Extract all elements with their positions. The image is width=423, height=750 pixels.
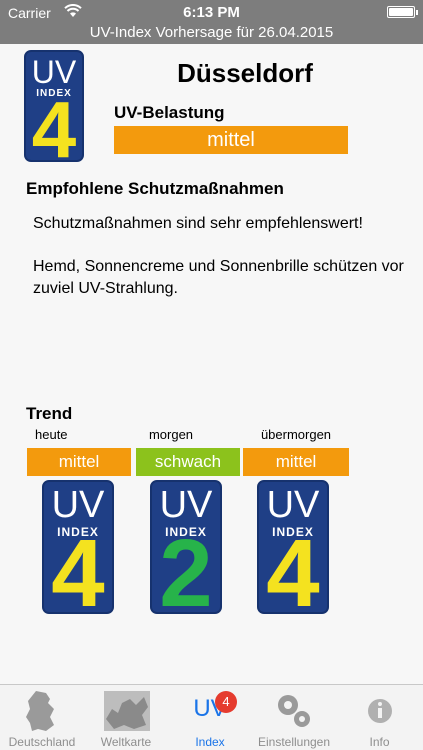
notification-badge: 4 [215,691,237,713]
status-bar: Carrier 6:13 PM [0,0,423,24]
clock: 6:13 PM [183,4,240,21]
trend-title: Trend [26,404,73,423]
advice-text-1: Schutzmaßnahmen sind sehr empfehlenswert… [33,215,363,232]
city-name: Düsseldorf [177,58,313,88]
europe-map-icon [104,691,150,731]
trend-day-label: übermorgen [260,427,332,442]
gears-icon [278,695,310,727]
uv-index-number: 2 [159,520,213,614]
trend-level-bar: mittel [243,448,349,476]
battery-icon [387,6,418,18]
tab-weltkarte[interactable]: Weltkarte [84,685,168,750]
tab-deutschland[interactable]: Deutschland [0,685,84,750]
info-icon [368,699,392,723]
tab-label: Info [369,735,390,749]
trend-uv-badge: UV INDEX 4 [42,480,114,614]
uv-index-number: 4 [51,520,105,614]
tab-bar: Deutschland Weltkarte UV 4 Index Einstel… [0,684,423,750]
uv-index-badge-main: UV INDEX 4 [24,50,84,162]
forecast-title: UV-Index Vorhersage für 26.04.2015 [0,24,423,44]
trend-day-label: morgen [148,427,194,442]
tab-einstellungen[interactable]: Einstellungen [252,685,336,750]
advice-text-2: Hemd, Sonnencreme und Sonnenbrille schüt… [33,258,404,297]
trend-level-bar: mittel [27,448,131,476]
tab-info[interactable]: Info [336,685,423,750]
trend-day-label: heute [35,427,68,442]
uv-level-bar: mittel [114,126,348,154]
tab-label: Deutschland [8,735,76,749]
uv-belastung-label: UV-Belastung [114,103,225,122]
tab-label: Einstellungen [257,735,331,749]
trend-uv-badge: UV INDEX 2 [150,480,222,614]
tab-label: Weltkarte [100,735,152,749]
trend-level-bar: schwach [136,448,240,476]
uv-text-icon: UV [193,695,227,722]
recommendations-title: Empfohlene Schutzmaßnahmen [26,179,284,198]
germany-map-icon [26,691,54,731]
tab-index[interactable]: UV 4 Index [168,685,252,750]
trend-uv-badge: UV INDEX 4 [257,480,329,614]
tab-label: Index [195,735,225,749]
uv-index-number: 4 [31,85,77,162]
uv-index-number: 4 [266,520,320,614]
